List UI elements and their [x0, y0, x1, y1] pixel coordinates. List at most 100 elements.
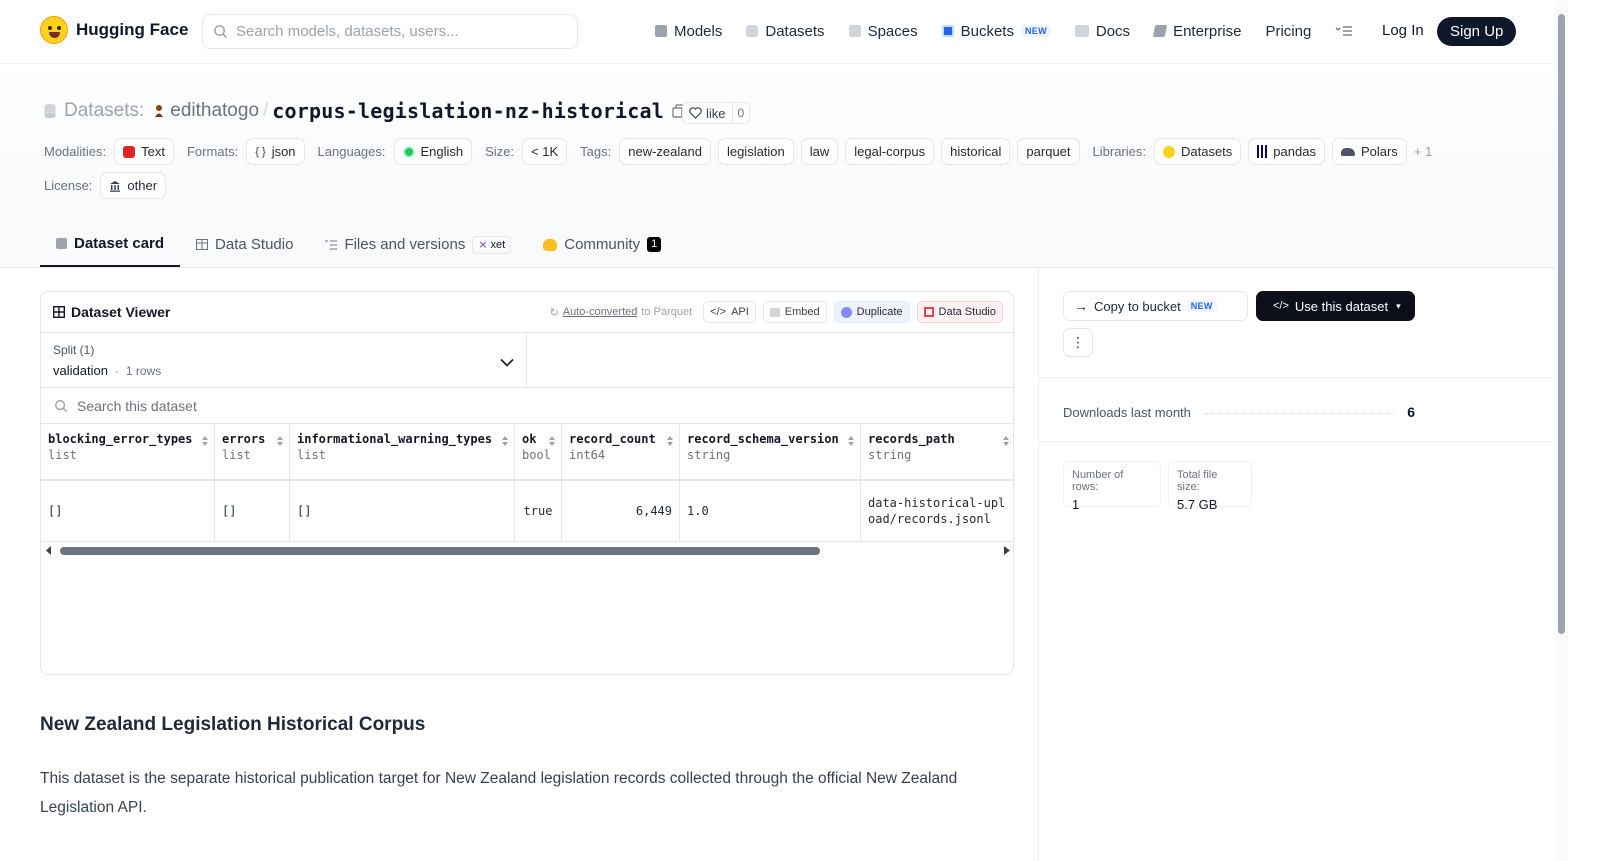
embed-button[interactable]: Embed	[762, 301, 827, 323]
sort-icon[interactable]	[276, 435, 284, 450]
use-this-dataset-label: Use this dataset	[1294, 298, 1389, 314]
repo-name-link[interactable]: corpus-legislation-nz-historical	[272, 99, 664, 123]
modality-chip[interactable]: Text	[114, 138, 174, 165]
rows-stat-value: 1	[1072, 497, 1080, 512]
library-chip-datasets[interactable]: Datasets	[1153, 138, 1242, 165]
table-cell[interactable]: true	[515, 481, 562, 541]
table-cell[interactable]: data-historical-upload/records.jsonl	[861, 481, 1013, 541]
refresh-icon: ↻	[549, 306, 559, 319]
size-stat-label: Total file size:	[1177, 469, 1218, 493]
nav-docs[interactable]: Docs	[1074, 18, 1130, 44]
nav-datasets-label: Datasets	[765, 22, 825, 40]
grid-icon	[848, 25, 861, 37]
sort-icon[interactable]	[501, 435, 509, 450]
column-header[interactable]: records_path string	[861, 424, 1013, 479]
nav-pricing[interactable]: Pricing	[1265, 18, 1311, 44]
global-search[interactable]	[202, 14, 578, 49]
column-name: informational_warning_types	[297, 432, 493, 446]
format-chip[interactable]: { } json	[246, 138, 305, 165]
language-chip[interactable]: English	[393, 138, 473, 165]
scroll-left-icon[interactable]	[46, 546, 52, 555]
tag-chip[interactable]: parquet	[1017, 138, 1080, 165]
sort-icon[interactable]	[666, 435, 674, 450]
tab-community[interactable]: Community 1	[527, 222, 677, 267]
column-header[interactable]: informational_warning_types list	[290, 424, 515, 479]
brand-home-link[interactable]: Hugging Face	[40, 16, 188, 44]
tab-label: Data Studio	[215, 236, 294, 253]
like-count: 0	[737, 106, 745, 120]
copy-to-bucket-button[interactable]: → Copy to bucket NEW	[1063, 291, 1248, 321]
column-header[interactable]: blocking_error_types list	[41, 424, 215, 479]
table-cell[interactable]: []	[290, 481, 515, 541]
format-value: json	[271, 144, 296, 159]
duplicate-button[interactable]: Duplicate	[833, 301, 910, 323]
polars-bear-icon	[1340, 147, 1355, 156]
scrollbar-thumb[interactable]	[60, 547, 820, 555]
nav-spaces[interactable]: Spaces	[848, 18, 918, 44]
data-studio-button[interactable]: Data Studio	[916, 301, 1003, 323]
dataset-search[interactable]	[41, 388, 1013, 424]
library-chip-pandas[interactable]: pandas	[1248, 138, 1325, 165]
tab-data-studio[interactable]: Data Studio	[180, 222, 309, 267]
tag-chip[interactable]: historical	[941, 138, 1011, 165]
column-header[interactable]: ok bool	[515, 424, 562, 479]
arrow-right-icon: →	[1074, 298, 1088, 314]
login-link[interactable]: Log In	[1382, 22, 1424, 39]
tab-dataset-card[interactable]: Dataset card	[40, 222, 181, 267]
library-name: pandas	[1273, 144, 1316, 159]
use-this-dataset-button[interactable]: </> Use this dataset ▾	[1256, 291, 1415, 321]
library-chip-polars[interactable]: Polars	[1331, 138, 1407, 165]
tab-files-and-versions[interactable]: Files and versions ⨯ xet	[309, 222, 527, 267]
dataset-search-input[interactable]	[77, 397, 477, 414]
split-label: Split (1)	[53, 343, 95, 357]
license-chip[interactable]: other	[100, 172, 167, 199]
scroll-right-icon[interactable]	[1004, 546, 1010, 555]
libraries-more-link[interactable]: + 1	[1414, 144, 1432, 159]
repo-title: Datasets: edithatogo / corpus-legislatio…	[44, 99, 686, 123]
tag-chip[interactable]: new-zealand	[619, 138, 711, 165]
signup-button[interactable]: Sign Up	[1437, 17, 1517, 46]
tab-label: Community	[564, 236, 641, 253]
page-scrollbar-thumb[interactable]	[1558, 14, 1565, 634]
size-value: < 1K	[531, 144, 559, 159]
column-header[interactable]: record_schema_version string	[680, 424, 861, 479]
table-cell[interactable]: []	[41, 481, 215, 541]
nav-more-menu[interactable]	[1335, 18, 1353, 44]
nav-links: Models Datasets Spaces Buckets NEW Docs …	[655, 18, 1353, 44]
like-button[interactable]: like 0	[682, 102, 751, 124]
column-type: int64	[569, 448, 606, 462]
tag-chip[interactable]: legislation	[717, 138, 794, 165]
table-cell[interactable]: 6,449	[562, 481, 680, 541]
tag-chip[interactable]: legal-corpus	[845, 138, 935, 165]
column-header[interactable]: record_count int64	[562, 424, 680, 479]
dataset-viewer: Dataset Viewer ↻ Auto-converted to Parqu…	[40, 291, 1014, 675]
like-label: like	[706, 105, 726, 121]
pandas-icon	[1257, 145, 1268, 158]
nav-models[interactable]: Models	[655, 18, 722, 44]
table-cell[interactable]: 1.0	[680, 481, 861, 541]
horizontal-scrollbar[interactable]	[41, 543, 1013, 557]
page-scrollbar[interactable]	[1555, 0, 1568, 861]
table-row[interactable]: [] [] [] true 6,449 1.0 data-historical-…	[41, 481, 1013, 542]
tag-chip[interactable]: law	[800, 138, 839, 165]
sort-icon[interactable]	[1002, 435, 1010, 450]
library-name: Datasets	[1180, 144, 1233, 159]
vertical-dots-icon: ⋮	[1071, 334, 1085, 350]
repo-owner-link[interactable]: edithatogo	[170, 100, 259, 122]
sort-icon[interactable]	[548, 435, 556, 450]
global-search-input[interactable]	[236, 23, 556, 40]
sort-icon[interactable]	[847, 435, 855, 450]
split-selector[interactable]: Split (1) validation · 1 rows	[41, 333, 527, 388]
more-options-button[interactable]: ⋮	[1063, 328, 1093, 357]
auto-converted-link[interactable]: Auto-converted	[563, 306, 638, 318]
embed-label: Embed	[784, 306, 820, 318]
size-chip[interactable]: < 1K	[522, 138, 568, 165]
api-button[interactable]: </> API	[703, 301, 756, 323]
nav-enterprise[interactable]: Enterprise	[1152, 18, 1241, 44]
column-type: string	[868, 448, 912, 462]
column-header[interactable]: errors list	[215, 424, 290, 479]
nav-datasets[interactable]: Datasets	[746, 18, 825, 44]
sort-icon[interactable]	[201, 435, 209, 450]
nav-buckets[interactable]: Buckets NEW	[941, 18, 1051, 44]
table-cell[interactable]: []	[215, 481, 290, 541]
